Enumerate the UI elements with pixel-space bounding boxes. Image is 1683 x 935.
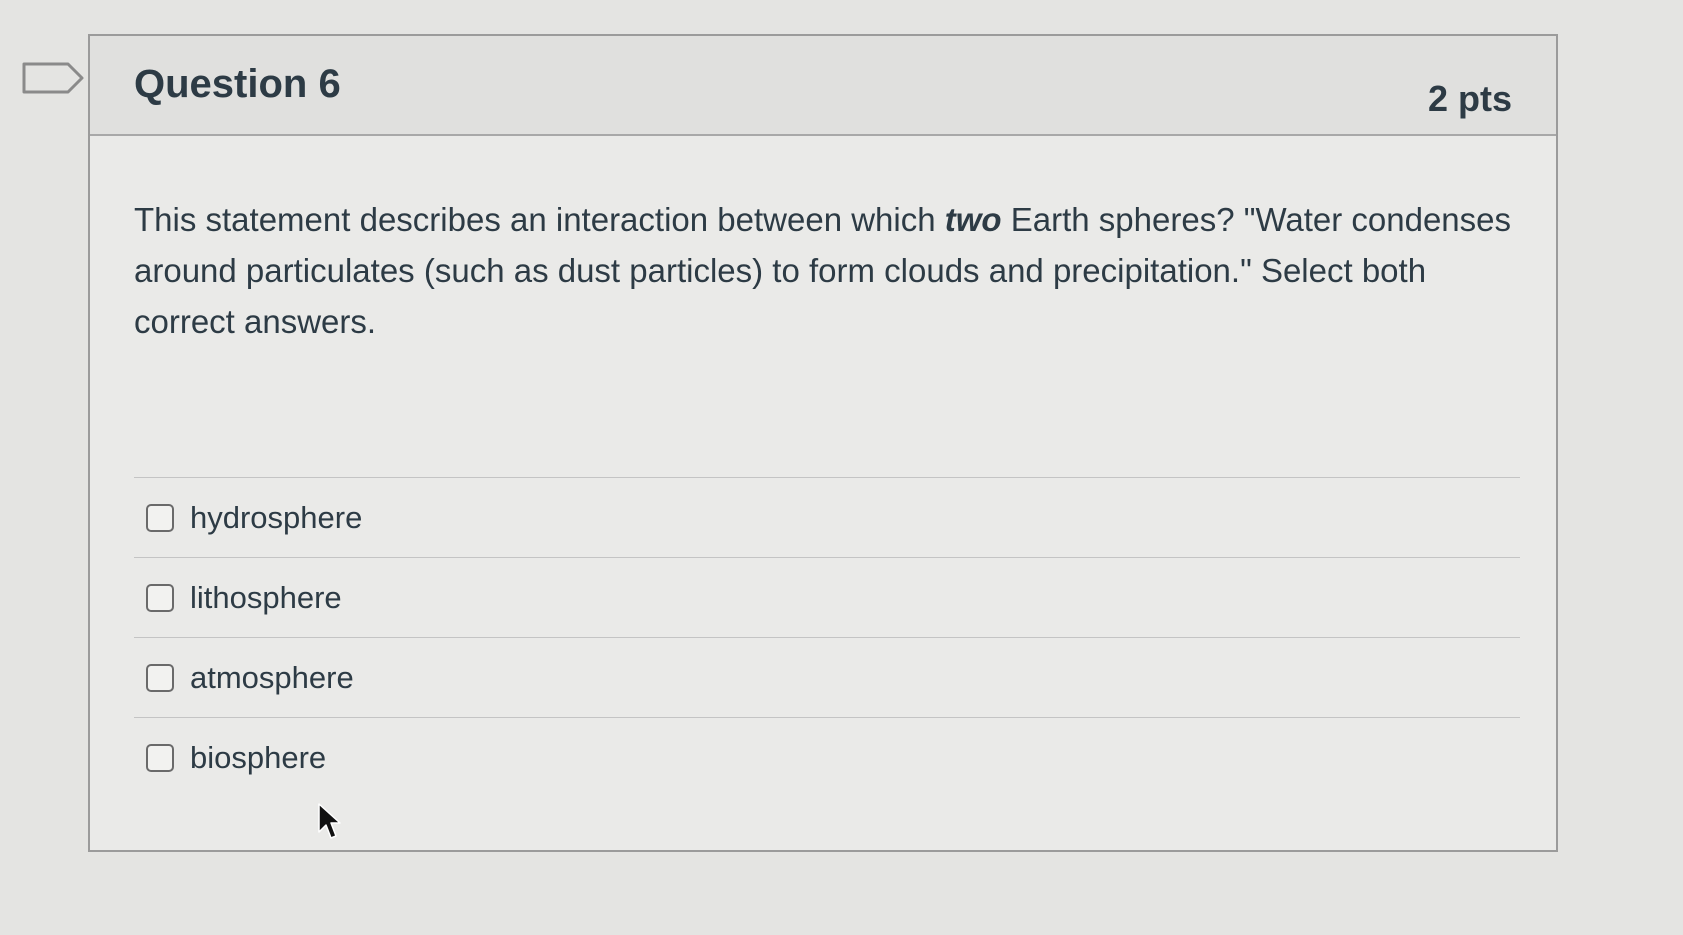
question-text-part1: This statement describes an interaction … — [134, 201, 945, 238]
flag-question-icon[interactable] — [22, 62, 86, 94]
answer-checkbox[interactable] — [146, 663, 174, 692]
question-text-emphasis: two — [944, 201, 1002, 238]
question-text: This statement describes an interaction … — [134, 194, 1514, 347]
question-body: This statement describes an interaction … — [90, 136, 1556, 798]
mouse-pointer-icon — [318, 803, 341, 839]
answer-option-atmosphere[interactable]: atmosphere — [134, 638, 1520, 718]
answer-label[interactable]: hydrosphere — [190, 500, 362, 536]
answer-option-hydrosphere[interactable]: hydrosphere — [134, 478, 1520, 558]
answer-label[interactable]: atmosphere — [190, 660, 354, 696]
answer-list: hydrosphere lithosphere atmosphere biosp… — [134, 477, 1520, 798]
answer-label[interactable]: lithosphere — [190, 580, 342, 616]
question-header: Question 6 2 pts — [90, 36, 1556, 136]
answer-label[interactable]: biosphere — [190, 740, 326, 776]
question-title: Question 6 — [134, 62, 341, 106]
answer-checkbox[interactable] — [146, 503, 174, 532]
answer-checkbox[interactable] — [146, 744, 174, 772]
answer-option-biosphere[interactable]: biosphere — [134, 718, 1520, 798]
question-card: Question 6 2 pts This statement describe… — [88, 34, 1558, 852]
question-points: 2 pts — [1427, 78, 1512, 119]
answer-checkbox[interactable] — [146, 583, 174, 612]
answer-option-lithosphere[interactable]: lithosphere — [134, 558, 1520, 638]
